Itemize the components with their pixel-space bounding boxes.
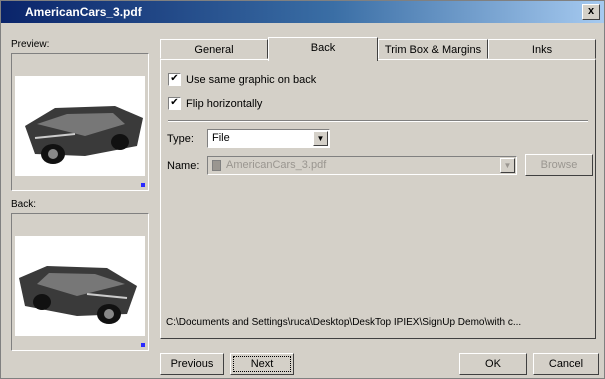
type-dropdown[interactable]: File ▼ (207, 129, 330, 148)
type-value: File (212, 132, 230, 144)
tab-bar: General Back Trim Box & Margins Inks (160, 37, 596, 61)
tab-back[interactable]: Back (268, 37, 378, 61)
file-icon (212, 160, 221, 171)
cancel-button[interactable]: Cancel (533, 353, 599, 375)
preview-label: Preview: (11, 39, 50, 50)
front-preview-image (15, 76, 145, 176)
next-button[interactable]: Next (230, 353, 294, 375)
name-dropdown[interactable]: AmericanCars_3.pdf ▼ (207, 156, 517, 175)
chevron-down-icon[interactable]: ▼ (500, 158, 515, 173)
use-same-graphic-label: Use same graphic on back (186, 74, 317, 86)
flip-horizontally-label: Flip horizontally (186, 98, 263, 110)
name-label: Name: (167, 160, 200, 172)
front-preview (11, 53, 149, 191)
tab-general[interactable]: General (160, 39, 268, 59)
dialog-window: AmericanCars_3.pdf x Preview: Back: Gene… (0, 0, 605, 379)
type-label: Type: (167, 133, 194, 145)
back-label: Back: (11, 199, 37, 210)
back-corner-dot (141, 343, 145, 347)
chevron-down-icon[interactable]: ▼ (313, 131, 328, 146)
file-path: C:\Documents and Settings\ruca\Desktop\D… (166, 317, 522, 328)
title-bar[interactable]: AmericanCars_3.pdf x (1, 1, 604, 23)
front-corner-dot (141, 183, 145, 187)
use-same-graphic-checkbox[interactable]: ✔ (168, 73, 181, 86)
tab-inks[interactable]: Inks (488, 39, 596, 59)
name-value: AmericanCars_3.pdf (226, 159, 327, 171)
back-preview (11, 213, 149, 351)
flip-horizontally-checkbox[interactable]: ✔ (168, 97, 181, 110)
back-preview-image (15, 236, 145, 336)
close-button[interactable]: x (582, 4, 600, 20)
separator (168, 120, 588, 122)
browse-button[interactable]: Browse (525, 154, 593, 176)
window-title: AmericanCars_3.pdf (25, 5, 142, 19)
previous-button[interactable]: Previous (160, 353, 224, 375)
tab-trim-box-margins[interactable]: Trim Box & Margins (378, 39, 488, 59)
ok-button[interactable]: OK (459, 353, 527, 375)
